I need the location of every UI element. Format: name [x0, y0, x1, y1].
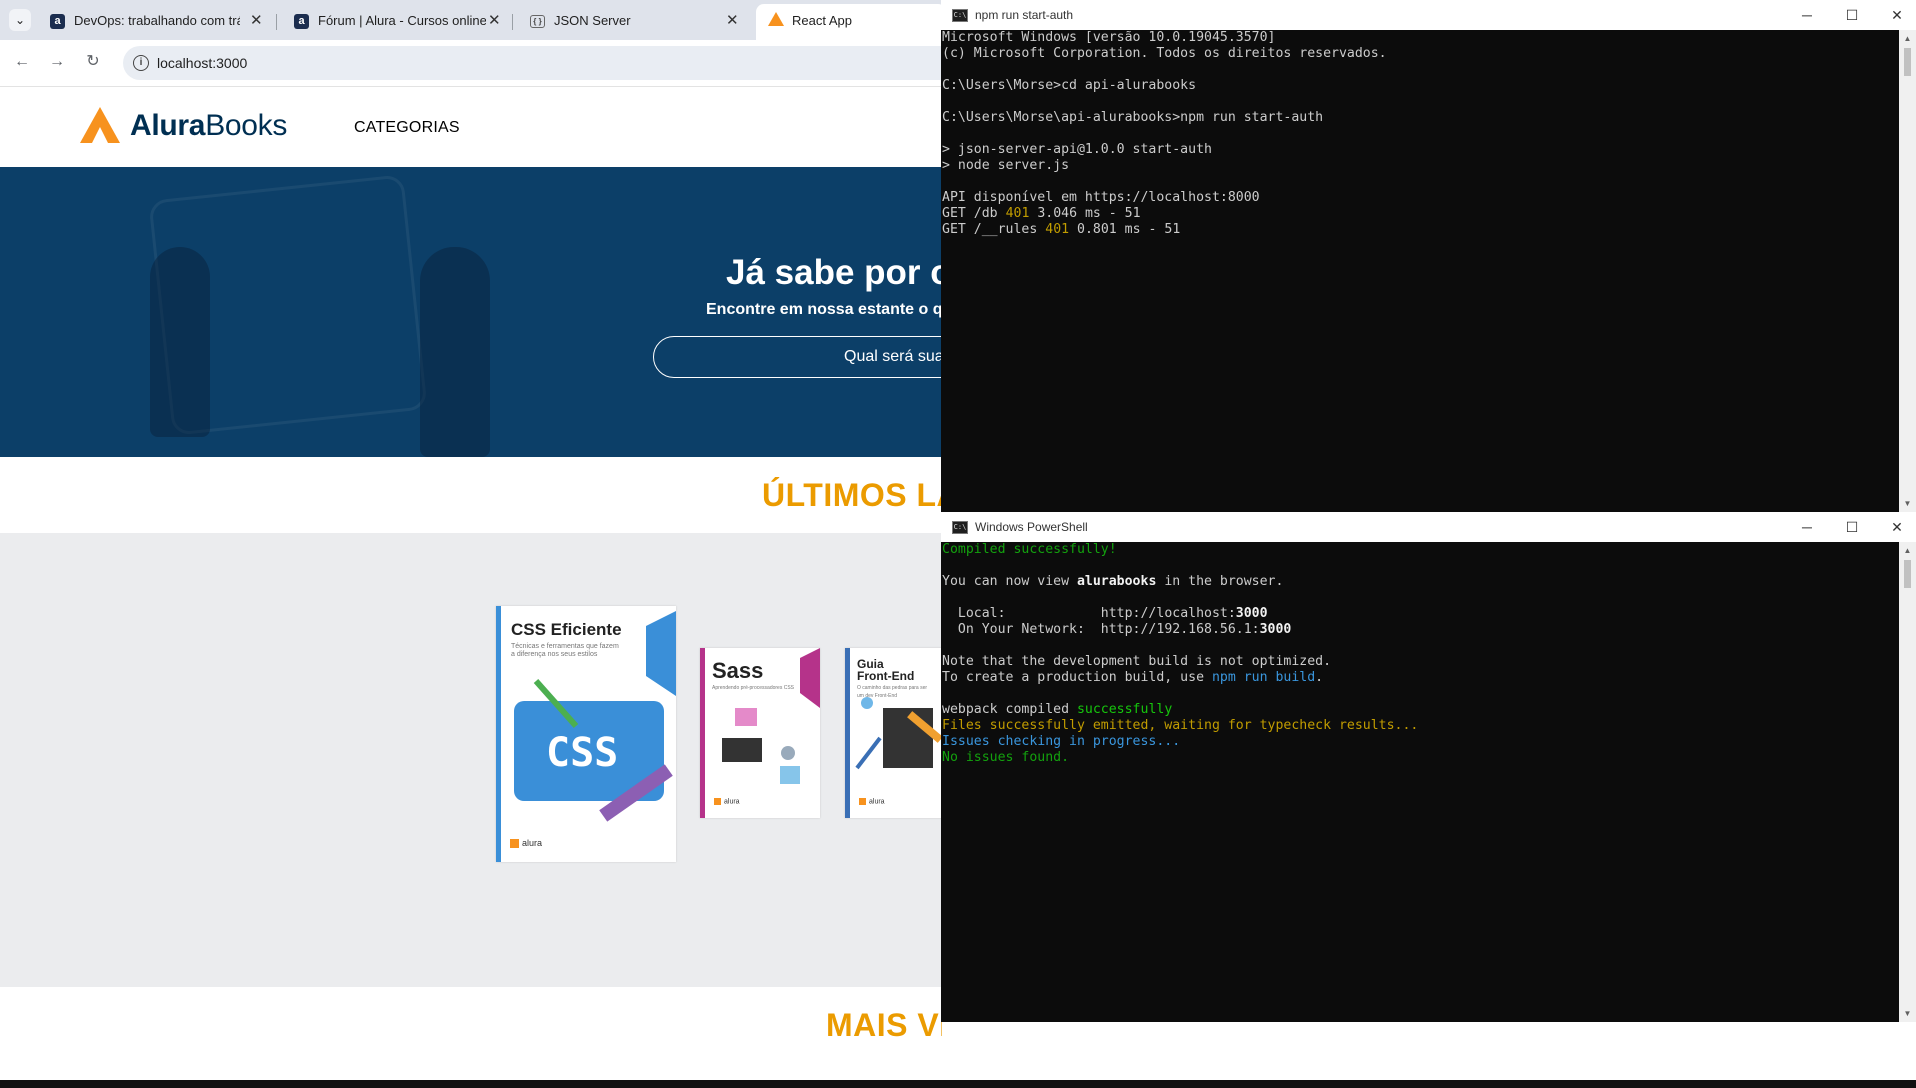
url-text[interactable]: localhost:3000	[157, 55, 247, 71]
book-search-input[interactable]: Qual será sua próxima leitura?	[653, 336, 942, 378]
frontend-cover-illustration	[855, 697, 942, 770]
compiled-message: Compiled successfully!	[942, 542, 1117, 557]
hero-banner: Já sabe por onde começar? Encontre em no…	[0, 167, 942, 457]
scroll-thumb[interactable]	[1904, 560, 1911, 588]
tab-separator	[512, 14, 513, 30]
scroll-thumb[interactable]	[1904, 48, 1911, 76]
book-card-guia-front-end[interactable]: Guia Front-End O caminho das pedras para…	[845, 648, 942, 818]
term-line: Note that the development build is not o…	[942, 654, 1332, 669]
term-line: No issues found.	[942, 750, 1070, 765]
tab-title: JSON Server	[554, 13, 631, 28]
tab-title: DevOps: trabalhando com tráfego	[74, 13, 240, 28]
hero-illustration-person	[420, 247, 490, 457]
scroll-down-arrow-icon[interactable]: ▼	[1899, 1005, 1916, 1022]
tab-forum-alura[interactable]: a Fórum | Alura - Cursos online de ✕	[282, 6, 504, 36]
term-line: Microsoft Windows [versão 10.0.19045.357…	[942, 30, 1276, 45]
term-line: API disponível em https://localhost:8000	[942, 190, 1260, 205]
maximize-icon[interactable]: ☐	[1841, 4, 1863, 26]
term-line: > json-server-api@1.0.0 start-auth	[942, 142, 1212, 157]
cmd-icon: C:\	[952, 521, 968, 534]
term-line: C:\Users\Morse>cd api-alurabooks	[942, 78, 1197, 93]
search-placeholder: Qual será sua próxima leitura?	[844, 348, 942, 365]
site-info-icon[interactable]: i	[133, 55, 149, 71]
terminal-titlebar[interactable]: C:\ npm run start-auth ─ ☐ ✕	[941, 0, 1916, 30]
close-icon[interactable]: ✕	[488, 6, 501, 36]
terminal-output[interactable]: Microsoft Windows [versão 10.0.19045.357…	[941, 30, 1899, 512]
term-line: To create a production build, use npm ru…	[942, 670, 1324, 685]
tab-search-chevron-icon[interactable]: ⌄	[9, 9, 31, 31]
web-page: AluraBooks CATEGORIAS Já sabe por onde c…	[0, 87, 942, 1080]
terminal-window-start-auth[interactable]: C:\ npm run start-auth ─ ☐ ✕ Microsoft W…	[941, 0, 1916, 512]
reload-icon[interactable]: ↻	[81, 50, 105, 74]
term-line: Local: http://localhost:3000	[942, 606, 1268, 621]
close-icon[interactable]: ✕	[250, 6, 263, 36]
alura-logo-mark-inner	[92, 127, 108, 143]
terminal-title: Windows PowerShell	[975, 520, 1088, 534]
alura-a-icon: a	[294, 14, 309, 29]
term-line: Issues checking in progress...	[942, 734, 1181, 749]
tab-json-server[interactable]: { } JSON Server ✕	[518, 6, 748, 36]
tab-title: Fórum | Alura - Cursos online de	[318, 13, 486, 28]
book-publisher: alura	[859, 798, 885, 805]
tab-title: React App	[792, 13, 852, 28]
cmd-icon: C:\	[952, 9, 968, 22]
maximize-icon[interactable]: ☐	[1841, 516, 1863, 538]
term-line: (c) Microsoft Corporation. Todos os dire…	[942, 46, 1387, 61]
close-icon[interactable]: ✕	[726, 6, 739, 36]
close-icon[interactable]: ✕	[1886, 4, 1908, 26]
css-cover-illustration: CSS	[514, 611, 676, 822]
taskbar-edge	[0, 1080, 1916, 1088]
term-line: You can now view alurabooks in the brows…	[942, 574, 1284, 589]
hero-subtitle: Encontre em nossa estante o que precisa …	[706, 301, 942, 318]
scroll-up-arrow-icon[interactable]: ▲	[1899, 30, 1916, 47]
book-card-sass[interactable]: Sass Aprendendo pré-processadores CSS al…	[700, 648, 820, 818]
terminal-output[interactable]: Compiled successfully! You can now view …	[941, 542, 1899, 1022]
scroll-up-arrow-icon[interactable]: ▲	[1899, 542, 1916, 559]
minimize-icon[interactable]: ─	[1796, 516, 1818, 538]
book-publisher: alura	[714, 798, 740, 805]
term-line: Files successfully emitted, waiting for …	[942, 718, 1419, 733]
alura-a-icon: a	[50, 14, 65, 29]
close-icon[interactable]: ✕	[1886, 516, 1908, 538]
logo-text: AluraBooks	[130, 109, 288, 142]
terminal-window-powershell[interactable]: C:\ Windows PowerShell ─ ☐ ✕ Compiled su…	[941, 512, 1916, 1022]
minimize-icon[interactable]: ─	[1796, 4, 1818, 26]
latest-books-carousel: CSS Eficiente Técnicas e ferramentas que…	[0, 533, 942, 987]
site-header: AluraBooks CATEGORIAS	[0, 87, 942, 167]
term-line: On Your Network: http://192.168.56.1:300…	[942, 622, 1292, 637]
scroll-down-arrow-icon[interactable]: ▼	[1899, 495, 1916, 512]
react-app-icon	[768, 12, 784, 26]
term-line: > node server.js	[942, 158, 1070, 173]
hero-illustration-person	[150, 247, 210, 437]
forward-arrow-icon[interactable]: →	[45, 50, 69, 74]
json-icon: { }	[530, 15, 545, 28]
term-line: C:\Users\Morse\api-alurabooks>npm run st…	[942, 110, 1324, 125]
sass-cover-illustration	[722, 648, 820, 784]
terminal-scrollbar[interactable]: ▲ ▼	[1899, 30, 1916, 512]
request-log-line: GET /__rules 401 0.801 ms - 51	[942, 222, 1181, 237]
terminal-scrollbar[interactable]: ▲ ▼	[1899, 542, 1916, 1022]
request-log-line: GET /db 401 3.046 ms - 51	[942, 206, 1141, 221]
term-line: webpack compiled successfully	[942, 702, 1173, 717]
section-title-latest: ÚLTIMOS LANÇAMENTOS	[762, 477, 942, 513]
nav-categorias[interactable]: CATEGORIAS	[354, 119, 460, 137]
book-card-css-eficiente[interactable]: CSS Eficiente Técnicas e ferramentas que…	[496, 606, 676, 862]
tab-separator	[276, 14, 277, 30]
book-publisher: alura	[510, 838, 542, 849]
section-title-bestsellers: MAIS VENDIDOS	[826, 1007, 942, 1043]
address-bar[interactable]: i localhost:3000	[123, 46, 963, 80]
tab-react-app[interactable]: React App	[756, 4, 946, 40]
terminal-title: npm run start-auth	[975, 8, 1074, 22]
tab-devops[interactable]: a DevOps: trabalhando com tráfego ✕	[38, 6, 270, 36]
hero-title: Já sabe por onde começar?	[726, 253, 942, 292]
terminal-titlebar[interactable]: C:\ Windows PowerShell ─ ☐ ✕	[941, 512, 1916, 542]
svg-text:CSS: CSS	[546, 730, 618, 776]
back-arrow-icon[interactable]: ←	[10, 50, 34, 74]
